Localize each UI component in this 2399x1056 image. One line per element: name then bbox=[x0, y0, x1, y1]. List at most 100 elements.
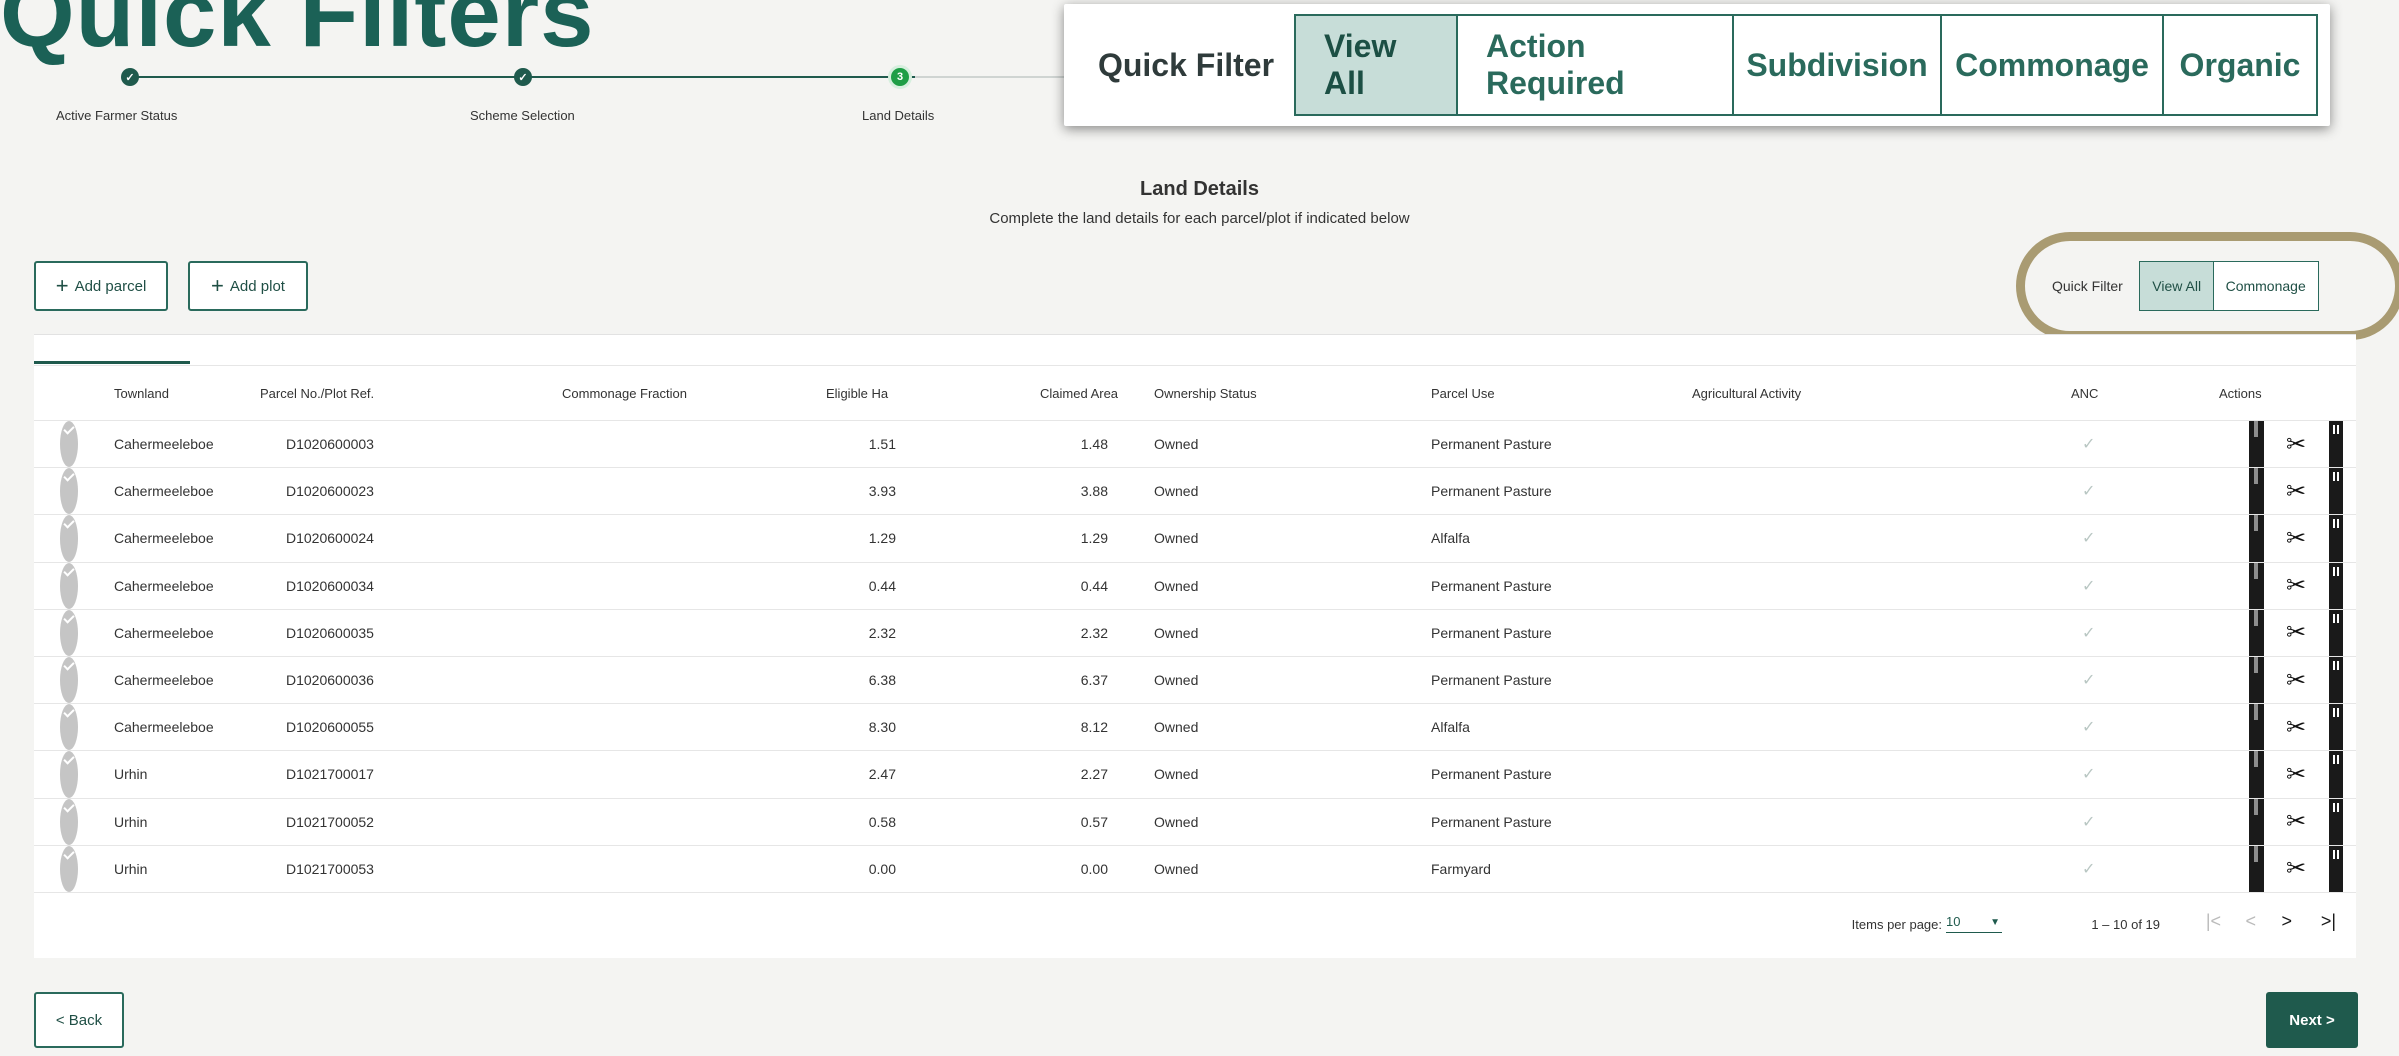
stepper-line-1 bbox=[130, 76, 540, 78]
table-row[interactable]: Cahermeeleboe D1020600023 3.93 3.88 Owned Per… bbox=[34, 468, 2356, 516]
scissors-icon[interactable]: ✂ bbox=[2284, 704, 2308, 750]
trash-icon[interactable] bbox=[2324, 421, 2348, 468]
scissors-icon[interactable]: ✂ bbox=[2284, 799, 2308, 845]
table-row[interactable]: Urhin D1021700053 0.00 0.00 Owned Farmyard ✓ ✂ bbox=[34, 845, 2356, 893]
cell-ownership-status: Owned bbox=[1154, 766, 1199, 783]
check-circle-icon bbox=[60, 562, 78, 609]
anc-check-icon: ✓ bbox=[2082, 483, 2096, 501]
back-button[interactable]: < Back bbox=[34, 992, 124, 1048]
section-title: Land Details bbox=[1140, 178, 1259, 200]
trash-icon[interactable] bbox=[2324, 609, 2348, 656]
step-active-farmer-status-marker[interactable]: ✓ bbox=[121, 68, 139, 86]
cell-townland: Urhin bbox=[114, 860, 148, 877]
trash-icon[interactable] bbox=[2324, 468, 2348, 515]
col-commonage-fraction[interactable]: Commonage Fraction bbox=[562, 366, 687, 420]
table-row[interactable]: Cahermeeleboe D1020600035 2.32 2.32 Owned Per… bbox=[34, 609, 2356, 657]
table-row[interactable]: Cahermeeleboe D1020600003 1.51 1.48 Owned Per… bbox=[34, 421, 2356, 469]
scissors-icon[interactable]: ✂ bbox=[2284, 563, 2308, 609]
next-page-button[interactable]: > bbox=[2281, 911, 2292, 932]
table-row[interactable]: Cahermeeleboe D1020600055 8.30 8.12 Owned Alf… bbox=[34, 704, 2356, 752]
map-icon[interactable] bbox=[2244, 421, 2268, 468]
col-parcel-no[interactable]: Parcel No./Plot Ref. bbox=[260, 366, 374, 420]
cell-ownership-status: Owned bbox=[1154, 624, 1199, 641]
zoom-filter-organic[interactable]: Organic bbox=[2162, 14, 2318, 116]
col-parcel-use[interactable]: Parcel Use bbox=[1431, 366, 1495, 420]
plus-icon: + bbox=[211, 273, 224, 298]
first-page-button[interactable]: |< bbox=[2206, 911, 2221, 932]
col-agricultural-activity[interactable]: Agricultural Activity bbox=[1692, 366, 1801, 420]
check-circle-icon bbox=[60, 845, 78, 892]
table-row[interactable]: Cahermeeleboe D1020600036 6.38 6.37 Owned Per… bbox=[34, 656, 2356, 705]
previous-page-button[interactable]: < bbox=[2245, 911, 2256, 932]
check-circle-icon bbox=[60, 609, 78, 656]
table-row[interactable]: Urhin D1021700052 0.58 0.57 Owned Permanent P… bbox=[34, 798, 2356, 846]
add-plot-button[interactable]: + Add plot bbox=[188, 261, 308, 311]
add-parcel-button[interactable]: + Add parcel bbox=[34, 261, 168, 311]
cell-claimed-area: 1.29 bbox=[1080, 530, 1108, 547]
scissors-icon[interactable]: ✂ bbox=[2284, 421, 2308, 467]
map-icon[interactable] bbox=[2244, 751, 2268, 798]
trash-icon[interactable] bbox=[2324, 656, 2348, 704]
trash-icon[interactable] bbox=[2324, 562, 2348, 609]
anc-check-icon: ✓ bbox=[2082, 719, 2096, 737]
col-eligible-ha[interactable]: Eligible Ha bbox=[826, 366, 888, 420]
map-icon[interactable] bbox=[2244, 704, 2268, 751]
cell-townland: Cahermeeleboe bbox=[114, 624, 214, 641]
table-row[interactable]: Urhin D1021700017 2.47 2.27 Owned Permanent P… bbox=[34, 751, 2356, 799]
map-icon[interactable] bbox=[2244, 656, 2268, 704]
cell-eligible-ha: 2.32 bbox=[868, 624, 896, 641]
trash-icon[interactable] bbox=[2324, 751, 2348, 798]
anc-check-icon: ✓ bbox=[2082, 530, 2096, 548]
table-row[interactable]: Cahermeeleboe D1020600034 0.44 0.44 Owned Per… bbox=[34, 562, 2356, 610]
map-icon[interactable] bbox=[2244, 609, 2268, 656]
zoom-filter-action-required[interactable]: Action Required bbox=[1456, 14, 1734, 116]
scissors-icon[interactable]: ✂ bbox=[2284, 515, 2308, 561]
trash-icon[interactable] bbox=[2324, 798, 2348, 845]
cell-ownership-status: Owned bbox=[1154, 483, 1199, 500]
map-icon[interactable] bbox=[2244, 845, 2268, 892]
cell-eligible-ha: 6.38 bbox=[868, 672, 896, 689]
map-icon[interactable] bbox=[2244, 798, 2268, 845]
scissors-icon[interactable]: ✂ bbox=[2284, 846, 2308, 892]
filter-commonage[interactable]: Commonage bbox=[2212, 261, 2319, 311]
zoom-filter-view-all[interactable]: View All bbox=[1294, 14, 1458, 116]
trash-icon[interactable] bbox=[2324, 845, 2348, 892]
col-claimed-area[interactable]: Claimed Area bbox=[1040, 366, 1118, 420]
cell-townland: Urhin bbox=[114, 766, 148, 783]
anc-check-icon: ✓ bbox=[2082, 436, 2096, 454]
cell-ownership-status: Owned bbox=[1154, 530, 1199, 547]
anc-check-icon: ✓ bbox=[2082, 813, 2096, 831]
cell-townland: Cahermeeleboe bbox=[114, 436, 214, 453]
trash-icon[interactable] bbox=[2324, 704, 2348, 751]
table-body: Cahermeeleboe D1020600003 1.51 1.48 Owned Per… bbox=[34, 421, 2356, 893]
col-anc[interactable]: ANC bbox=[2071, 366, 2098, 420]
cell-parcel-use: Permanent Pasture bbox=[1431, 813, 1552, 830]
trash-icon[interactable] bbox=[2324, 515, 2348, 562]
map-icon[interactable] bbox=[2244, 468, 2268, 515]
items-per-page-select[interactable]: 10 ▼ bbox=[1946, 914, 2002, 933]
next-button[interactable]: Next > bbox=[2266, 992, 2358, 1048]
map-icon[interactable] bbox=[2244, 562, 2268, 609]
cell-parcel-no: D1020600055 bbox=[286, 719, 374, 736]
add-plot-label: Add plot bbox=[229, 277, 285, 295]
tab-indicator bbox=[34, 361, 190, 364]
cell-parcel-no: D1021700017 bbox=[286, 766, 374, 783]
cell-claimed-area: 6.37 bbox=[1080, 672, 1108, 689]
cell-townland: Urhin bbox=[114, 813, 148, 830]
cell-ownership-status: Owned bbox=[1154, 436, 1199, 453]
col-ownership-status[interactable]: Ownership Status bbox=[1154, 366, 1257, 420]
last-page-button[interactable]: >| bbox=[2321, 911, 2336, 932]
filter-view-all[interactable]: View All bbox=[2139, 261, 2215, 311]
scissors-icon[interactable]: ✂ bbox=[2284, 751, 2308, 797]
scissors-icon[interactable]: ✂ bbox=[2284, 610, 2308, 656]
scissors-icon[interactable]: ✂ bbox=[2284, 657, 2308, 703]
step-scheme-selection-marker[interactable]: ✓ bbox=[514, 68, 532, 86]
zoom-filter-commonage[interactable]: Commonage bbox=[1940, 14, 2164, 116]
cell-parcel-no: D1020600023 bbox=[286, 483, 374, 500]
map-icon[interactable] bbox=[2244, 515, 2268, 562]
zoom-filter-subdivision[interactable]: Subdivision bbox=[1732, 14, 1942, 116]
table-row[interactable]: Cahermeeleboe D1020600024 1.29 1.29 Owned Alf… bbox=[34, 515, 2356, 563]
scissors-icon[interactable]: ✂ bbox=[2284, 468, 2308, 514]
cell-parcel-use: Alfalfa bbox=[1431, 530, 1470, 547]
col-townland[interactable]: Townland bbox=[114, 366, 169, 420]
